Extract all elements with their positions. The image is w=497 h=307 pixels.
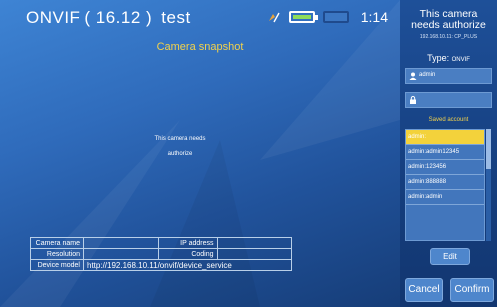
- edit-button[interactable]: Edit: [430, 248, 470, 265]
- status-bar: ONVIF ( 16.12 ) test 1:14: [0, 0, 400, 36]
- device-model-value: http://192.168.10.11/onvif/device_servic…: [83, 259, 292, 271]
- lock-icon: [410, 96, 416, 104]
- username-field[interactable]: admin: [405, 68, 492, 84]
- type-label: Type:: [427, 53, 450, 63]
- ip-address-value: [216, 237, 292, 249]
- cancel-button[interactable]: Cancel: [405, 278, 443, 302]
- status-icons: 1:14: [267, 9, 388, 25]
- resolution-value: [83, 248, 159, 260]
- account-item[interactable]: admin:admin: [406, 190, 484, 205]
- battery-icon: [288, 11, 318, 23]
- camera-name-value: [83, 237, 159, 249]
- battery-icon: [322, 11, 349, 23]
- camera-name-label: Camera name: [30, 237, 84, 249]
- ip-address-label: IP address: [157, 237, 218, 249]
- snapshot-title: Camera snapshot: [156, 41, 244, 53]
- type-value: ONVIF: [451, 57, 470, 63]
- confirm-button[interactable]: Confirm: [450, 278, 494, 302]
- account-item[interactable]: admin:123456: [406, 160, 484, 175]
- panel-title-line2: needs authorize: [411, 19, 486, 31]
- device-address: 192.168.10.11: CP_PLUS: [419, 34, 478, 40]
- username-value: admin: [419, 72, 436, 78]
- account-item[interactable]: admin:: [406, 130, 484, 145]
- scrollbar-thumb[interactable]: [486, 129, 491, 169]
- onvif-screen: ONVIF ( 16.12 ) test 1:14 Camera snapsho…: [0, 0, 497, 307]
- camera-info-table: Camera name IP address Resolution Coding…: [30, 237, 292, 271]
- device-type: Type: ONVIF: [400, 53, 497, 63]
- user-icon: [409, 72, 417, 80]
- app-title: ONVIF ( 16.12 ) test: [26, 8, 191, 27]
- account-list-scrollbar[interactable]: [486, 129, 491, 241]
- clock: 1:14: [360, 9, 388, 25]
- saved-account-label: Saved account: [428, 117, 469, 123]
- device-model-label: Device model: [30, 259, 84, 271]
- saved-account-list: admin: admin:admin12345 admin:123456 adm…: [405, 129, 485, 241]
- account-item[interactable]: admin:admin12345: [406, 145, 484, 160]
- coding-label: Coding: [157, 248, 218, 260]
- password-field[interactable]: [405, 92, 492, 108]
- wifi-icon: [268, 12, 280, 23]
- coding-value: [216, 248, 292, 260]
- account-item[interactable]: admin:888888: [406, 175, 484, 190]
- panel-title: This camera needs authorize: [400, 9, 497, 31]
- authorize-message-line2: authorize: [167, 151, 193, 157]
- resolution-label: Resolution: [30, 248, 84, 260]
